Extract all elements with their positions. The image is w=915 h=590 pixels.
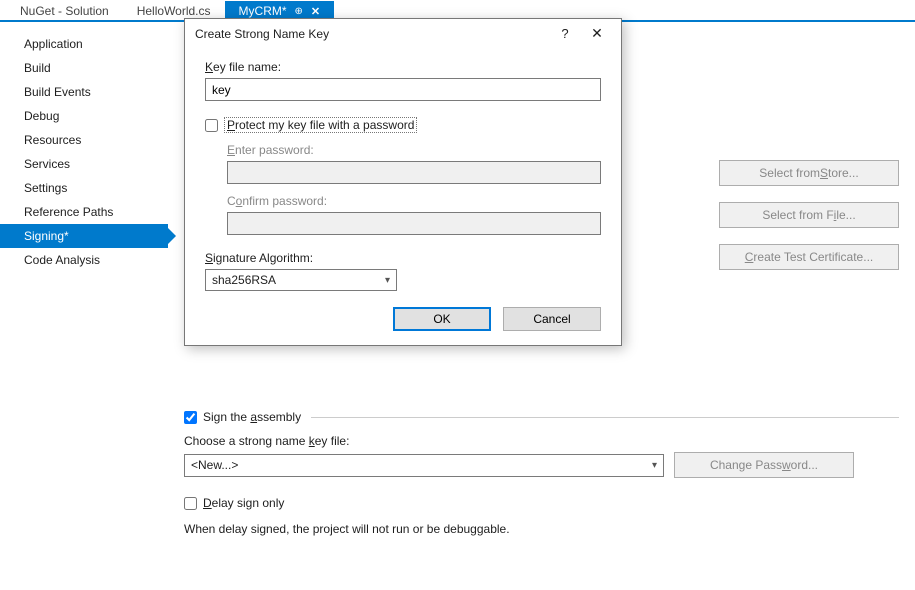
close-icon[interactable]: ✕ — [311, 5, 320, 18]
dialog-body: Key file name: Protect my key file with … — [185, 48, 621, 345]
protect-with-password-row: Protect my key file with a password — [205, 117, 601, 133]
pin-icon[interactable]: ⊕ — [295, 6, 303, 17]
sidebar-item-reference-paths[interactable]: Reference Paths — [0, 200, 168, 224]
sidebar-item-signing[interactable]: Signing* — [0, 224, 168, 248]
sidebar-item-build[interactable]: Build — [0, 56, 168, 80]
confirm-password-input — [227, 212, 601, 235]
sidebar-item-settings[interactable]: Settings — [0, 176, 168, 200]
enter-password-label: Enter password: — [227, 143, 601, 157]
confirm-password-label: Confirm password: — [227, 194, 601, 208]
signature-algorithm-label: Signature Algorithm: — [205, 251, 601, 265]
chevron-down-icon: ▾ — [385, 275, 390, 286]
dialog-title-text: Create Strong Name Key — [195, 27, 549, 41]
sidebar-item-code-analysis[interactable]: Code Analysis — [0, 248, 168, 272]
sign-assembly-checkbox[interactable]: Sign the assembly — [184, 410, 301, 424]
sidebar-item-application[interactable]: Application — [0, 32, 168, 56]
choose-key-file-label: Choose a strong name key file: — [184, 434, 899, 448]
sidebar-item-resources[interactable]: Resources — [0, 128, 168, 152]
password-fields: Enter password: Confirm password: — [227, 143, 601, 235]
select-from-file-button[interactable]: Select from File... — [719, 202, 899, 228]
sign-assembly-section: Sign the assembly — [184, 410, 899, 424]
protect-with-password-label[interactable]: Protect my key file with a password — [224, 117, 417, 133]
tab-label: MyCRM* — [239, 4, 287, 18]
tab-label: HelloWorld.cs — [137, 4, 211, 18]
dialog-titlebar: Create Strong Name Key ? ✕ — [185, 19, 621, 48]
key-file-name-label: Key file name: — [205, 60, 601, 74]
delay-sign-note: When delay signed, the project will not … — [184, 522, 899, 536]
protect-with-password-checkbox[interactable] — [205, 119, 218, 132]
change-password-button[interactable]: Change Password... — [674, 452, 854, 478]
help-icon[interactable]: ? — [549, 26, 581, 41]
tab-label: NuGet - Solution — [20, 4, 109, 18]
ok-button[interactable]: OK — [393, 307, 491, 331]
project-properties-sidebar: Application Build Build Events Debug Res… — [0, 22, 168, 588]
select-from-store-button[interactable]: Select from Store... — [719, 160, 899, 186]
close-icon[interactable]: ✕ — [581, 25, 613, 42]
cancel-button[interactable]: Cancel — [503, 307, 601, 331]
create-strong-name-key-dialog: Create Strong Name Key ? ✕ Key file name… — [184, 18, 622, 346]
key-file-name-input[interactable] — [205, 78, 601, 101]
signature-algorithm-select[interactable]: sha256RSA ▾ — [205, 269, 397, 291]
dialog-button-row: OK Cancel — [205, 307, 601, 331]
create-test-certificate-button[interactable]: Create Test Certificate... — [719, 244, 899, 270]
strong-name-key-file-select[interactable]: <New...> ▾ — [184, 454, 664, 477]
sidebar-item-build-events[interactable]: Build Events — [0, 80, 168, 104]
chevron-down-icon: ▾ — [652, 460, 657, 471]
divider — [311, 417, 899, 418]
sidebar-item-debug[interactable]: Debug — [0, 104, 168, 128]
tab-nuget-solution[interactable]: NuGet - Solution — [6, 1, 123, 20]
enter-password-input — [227, 161, 601, 184]
delay-sign-checkbox[interactable]: Delay sign only — [184, 496, 899, 510]
sidebar-item-services[interactable]: Services — [0, 152, 168, 176]
